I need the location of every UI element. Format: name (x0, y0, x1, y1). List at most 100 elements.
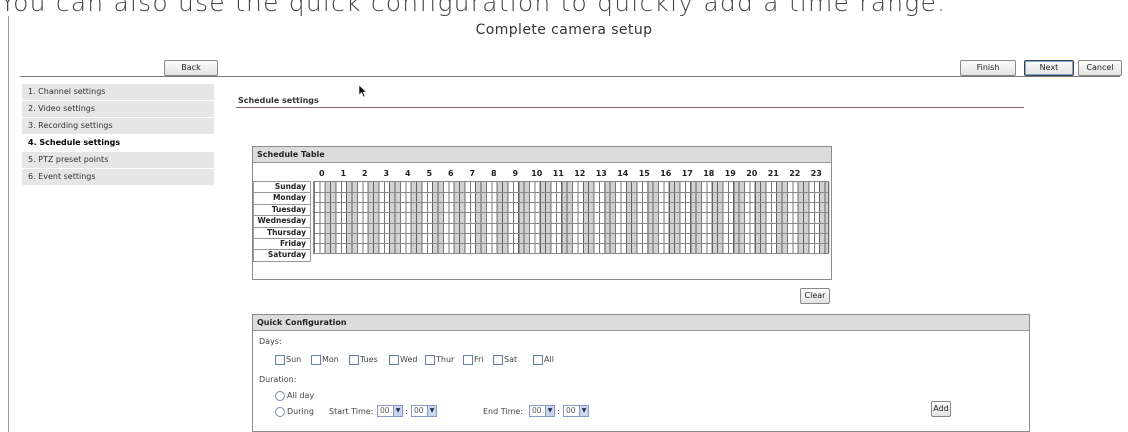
day-label: Saturday (253, 249, 311, 262)
hour-label: 1 (340, 169, 347, 178)
sidebar-item-video-settings[interactable]: 2. Video settings (22, 101, 214, 118)
hour-label: 21 (767, 169, 779, 178)
all-label: All (544, 355, 554, 364)
sat-label: Sat (504, 355, 518, 364)
next-button[interactable]: Next (1024, 60, 1074, 76)
hour-label: 0 (319, 169, 325, 178)
hour-label: 7 (469, 169, 476, 178)
hour-label: 3 (383, 169, 390, 178)
all-day-radio[interactable] (275, 391, 285, 401)
day-labels: Sunday Monday Tuesday Wednesday Thursday Frid… (253, 181, 311, 262)
schedule-table-header: Schedule Table (253, 147, 831, 163)
end-hour-select[interactable]: 00 ▼ (529, 405, 555, 417)
hour-label: 16 (660, 169, 672, 178)
section-title: Schedule settings (238, 96, 319, 105)
hour-label: 6 (448, 169, 454, 178)
wizard-steps-sidebar: 1. Channel settings 2. Video settings 3.… (22, 84, 214, 186)
hour-labels: 0 1 2 3 4 5 6 7 8 9 10 11 12 13 14 15 16 17 18 19 20 21 22 23 (311, 169, 829, 178)
hour-label: 8 (491, 169, 497, 178)
schedule-grid[interactable] (313, 181, 830, 254)
end-hour-value: 00 (532, 406, 542, 415)
sidebar-item-schedule-settings[interactable]: 4. Schedule settings (22, 135, 214, 152)
day-label: Friday (253, 237, 311, 250)
schedule-table: Schedule Table 0 1 2 3 4 5 6 7 8 9 10 11 12 13 14 15 16 1… (252, 146, 832, 280)
chevron-down-icon: ▼ (545, 406, 554, 416)
hour-label: 20 (746, 169, 758, 178)
day-label: Monday (253, 192, 311, 204)
hour-label: 2 (362, 169, 368, 178)
hour-label: 17 (681, 169, 693, 178)
all-day-label: All day (287, 391, 315, 400)
back-button[interactable]: Back (164, 60, 218, 76)
hour-label: 4 (405, 169, 411, 178)
grid-row-divider (314, 242, 828, 244)
day-label: Wednesday (253, 215, 311, 227)
quick-configuration-header: Quick Configuration (253, 315, 1029, 331)
day-label: Tuesday (253, 203, 311, 216)
section-divider (236, 107, 1024, 108)
mon-checkbox[interactable] (311, 355, 321, 365)
sidebar-item-channel-settings[interactable]: 1. Channel settings (22, 84, 214, 101)
add-button[interactable]: Add (931, 401, 951, 417)
chevron-down-icon: ▼ (393, 406, 402, 416)
hour-label: 11 (552, 169, 564, 178)
finish-button[interactable]: Finish (960, 60, 1016, 76)
start-minute-select[interactable]: 00 ▼ (411, 405, 437, 417)
end-minute-value: 00 (566, 406, 576, 415)
during-label: During (287, 407, 314, 416)
hour-label: 13 (595, 169, 607, 178)
start-time-label: Start Time: (329, 407, 374, 416)
header-divider (20, 76, 1120, 77)
during-radio[interactable] (275, 407, 285, 417)
chevron-down-icon: ▼ (427, 406, 436, 416)
sidebar-item-ptz-preset-points[interactable]: 5. PTZ preset points (22, 152, 214, 169)
start-hour-select[interactable]: 00 ▼ (377, 405, 403, 417)
hour-label: 23 (810, 169, 822, 178)
day-label: Thursday (253, 226, 311, 238)
chevron-down-icon: ▼ (579, 406, 588, 416)
clear-button[interactable]: Clear (800, 288, 830, 304)
quick-configuration-panel: Quick Configuration Days: Sun Mon Tues W… (252, 314, 1030, 432)
hour-label: 18 (703, 169, 715, 178)
sun-checkbox[interactable] (275, 355, 285, 365)
mouse-cursor-icon (358, 84, 368, 98)
sun-label: Sun (286, 355, 302, 364)
page-title: Complete camera setup (475, 22, 653, 38)
grid-row-divider (314, 212, 828, 214)
all-checkbox[interactable] (533, 355, 543, 365)
duration-label: Duration: (259, 375, 297, 384)
hour-label: 15 (638, 169, 650, 178)
hour-label: 5 (426, 169, 433, 178)
fri-checkbox[interactable] (463, 355, 473, 365)
hour-label: 10 (531, 169, 543, 178)
grid-row-divider (314, 202, 828, 204)
start-hour-value: 00 (380, 406, 390, 415)
thur-label: Thur (436, 355, 455, 364)
grid-row-divider (314, 232, 828, 234)
wed-label: Wed (400, 355, 418, 364)
wed-checkbox[interactable] (389, 355, 399, 365)
fri-label: Fri (474, 355, 484, 364)
tues-label: Tues (360, 355, 378, 364)
day-label: Sunday (253, 181, 311, 193)
mon-label: Mon (322, 355, 339, 364)
thur-checkbox[interactable] (425, 355, 435, 365)
hour-label: 19 (724, 169, 736, 178)
grid-row-divider (314, 222, 828, 224)
end-time-colon: : (557, 407, 560, 416)
end-minute-select[interactable]: 00 ▼ (563, 405, 589, 417)
sat-checkbox[interactable] (493, 355, 503, 365)
days-label: Days: (259, 337, 282, 346)
hour-label: 9 (512, 169, 519, 178)
end-time-label: End Time: (483, 407, 524, 416)
hour-label: 14 (617, 169, 629, 178)
sidebar-item-event-settings[interactable]: 6. Event settings (22, 169, 214, 186)
cancel-button[interactable]: Cancel (1078, 60, 1122, 76)
grid-row-divider (314, 192, 828, 194)
tues-checkbox[interactable] (349, 355, 359, 365)
hour-label: 22 (789, 169, 801, 178)
start-time-colon: : (405, 407, 408, 416)
hour-label: 12 (574, 169, 586, 178)
sidebar-item-recording-settings[interactable]: 3. Recording settings (22, 118, 214, 135)
start-minute-value: 00 (414, 406, 424, 415)
